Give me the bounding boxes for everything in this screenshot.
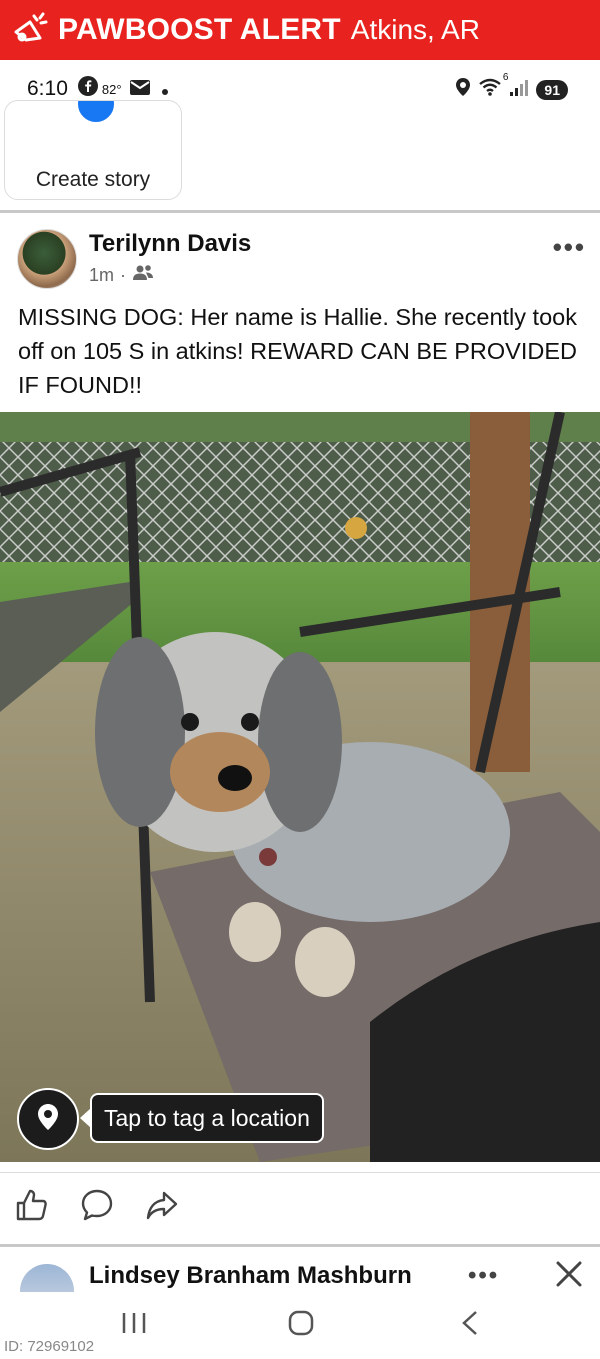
author-avatar[interactable] bbox=[17, 229, 77, 289]
banner-brand: PAWBOOST ALERT bbox=[58, 13, 341, 46]
next-post-header: Lindsey Branham Mashburn ••• bbox=[0, 1252, 600, 1292]
dot-icon bbox=[161, 78, 168, 101]
post-author[interactable]: Terilynn Davis bbox=[89, 230, 251, 258]
next-post-author[interactable]: Lindsey Branham Mashburn bbox=[89, 1262, 412, 1290]
facebook-icon bbox=[77, 76, 98, 102]
location-pin-icon bbox=[38, 1103, 58, 1135]
location-icon bbox=[456, 78, 471, 102]
wifi-label: 6 bbox=[502, 72, 509, 83]
friends-icon bbox=[132, 264, 154, 287]
create-story-label: Create story bbox=[35, 168, 151, 191]
megaphone-icon bbox=[8, 8, 52, 52]
wifi-icon: 6 bbox=[478, 72, 508, 102]
post-photo[interactable] bbox=[0, 412, 600, 1162]
battery-icon: 91 bbox=[536, 80, 568, 100]
status-time: 6:10 bbox=[27, 77, 68, 100]
signal-icon bbox=[510, 79, 529, 102]
close-icon[interactable] bbox=[555, 1260, 585, 1290]
meta-separator: · bbox=[120, 265, 127, 285]
home-icon[interactable] bbox=[288, 1310, 314, 1341]
status-temperature: 82° bbox=[101, 81, 122, 97]
post-time[interactable]: 1m bbox=[89, 265, 114, 286]
tag-location-button[interactable] bbox=[17, 1088, 79, 1150]
like-icon[interactable] bbox=[15, 1188, 51, 1224]
banner-location: Atkins, AR bbox=[350, 14, 480, 45]
next-author-avatar[interactable] bbox=[20, 1264, 74, 1292]
next-more-options-icon[interactable]: ••• bbox=[468, 1262, 499, 1290]
post-text: MISSING DOG: Her name is Hallie. She rec… bbox=[18, 304, 577, 398]
back-icon[interactable] bbox=[460, 1310, 480, 1341]
listing-id: ID: 72969102 bbox=[4, 1338, 95, 1355]
comment-icon[interactable] bbox=[80, 1188, 116, 1224]
create-story-card[interactable]: Create story bbox=[4, 100, 182, 200]
post-header: Terilynn Davis 1m · ••• bbox=[0, 212, 600, 300]
more-options-icon[interactable]: ••• bbox=[553, 232, 586, 263]
tag-location-tooltip[interactable]: Tap to tag a location bbox=[80, 1093, 324, 1143]
recent-apps-icon[interactable] bbox=[120, 1310, 148, 1341]
share-icon[interactable] bbox=[145, 1188, 181, 1224]
post-actions bbox=[0, 1180, 600, 1234]
actions-divider bbox=[0, 1172, 600, 1173]
post-meta: 1m · bbox=[89, 264, 154, 287]
add-story-icon bbox=[75, 101, 117, 125]
pawboost-banner: PAWBOOST ALERT Atkins, AR bbox=[0, 0, 600, 60]
section-divider-2 bbox=[0, 1244, 600, 1247]
mail-icon bbox=[129, 78, 150, 101]
